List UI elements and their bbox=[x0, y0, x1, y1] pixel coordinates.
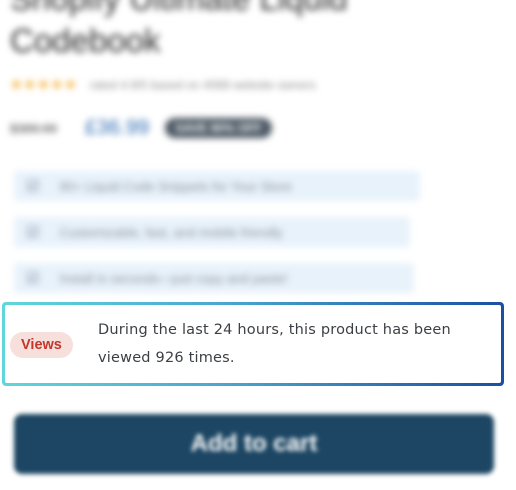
views-message: During the last 24 hours, this product h… bbox=[98, 322, 451, 366]
feature-label: Customizable, fast, and mobile friendly bbox=[59, 224, 283, 240]
views-notice: Views During the last 24 hours, this pro… bbox=[2, 302, 504, 386]
add-to-cart-button[interactable]: Add to cart bbox=[14, 414, 494, 474]
feature-item: ☑ Install in seconds—just copy and paste… bbox=[14, 263, 414, 293]
rating-text: rated 4.9/5 based on 4068 website owners bbox=[89, 77, 316, 92]
cart-area: Add to cart bbox=[0, 400, 516, 490]
rating-row: ★★★★★ rated 4.9/5 based on 4068 website … bbox=[10, 76, 316, 93]
rating-stars-icon: ★★★★★ bbox=[10, 76, 78, 92]
feature-label: Install in seconds—just copy and paste! bbox=[59, 270, 288, 286]
feature-label: 90+ Liquid Code Snippets for Your Store bbox=[59, 178, 292, 194]
checkbox-icon: ☑ bbox=[26, 178, 40, 195]
views-badge: Views bbox=[10, 332, 73, 358]
old-price: $389.99 bbox=[10, 120, 57, 136]
price-row: $389.99 £36.99 SAVE 90% OFF bbox=[10, 116, 272, 140]
product-card: Shopify Ultimate Liquid Codebook ★★★★★ r… bbox=[0, 0, 516, 490]
checkbox-icon: ☑ bbox=[26, 270, 40, 287]
product-title: Shopify Ultimate Liquid Codebook bbox=[10, 0, 348, 59]
feature-item: ☑ 90+ Liquid Code Snippets for Your Stor… bbox=[14, 171, 420, 201]
feature-item: ☑ Customizable, fast, and mobile friendl… bbox=[14, 217, 410, 247]
product-info-blurred: Shopify Ultimate Liquid Codebook ★★★★★ r… bbox=[0, 0, 516, 300]
views-notice-body: Views During the last 24 hours, this pro… bbox=[5, 305, 501, 383]
checkbox-icon: ☑ bbox=[26, 224, 40, 241]
sale-badge: SAVE 90% OFF bbox=[165, 118, 272, 138]
sale-price: £36.99 bbox=[85, 116, 150, 139]
